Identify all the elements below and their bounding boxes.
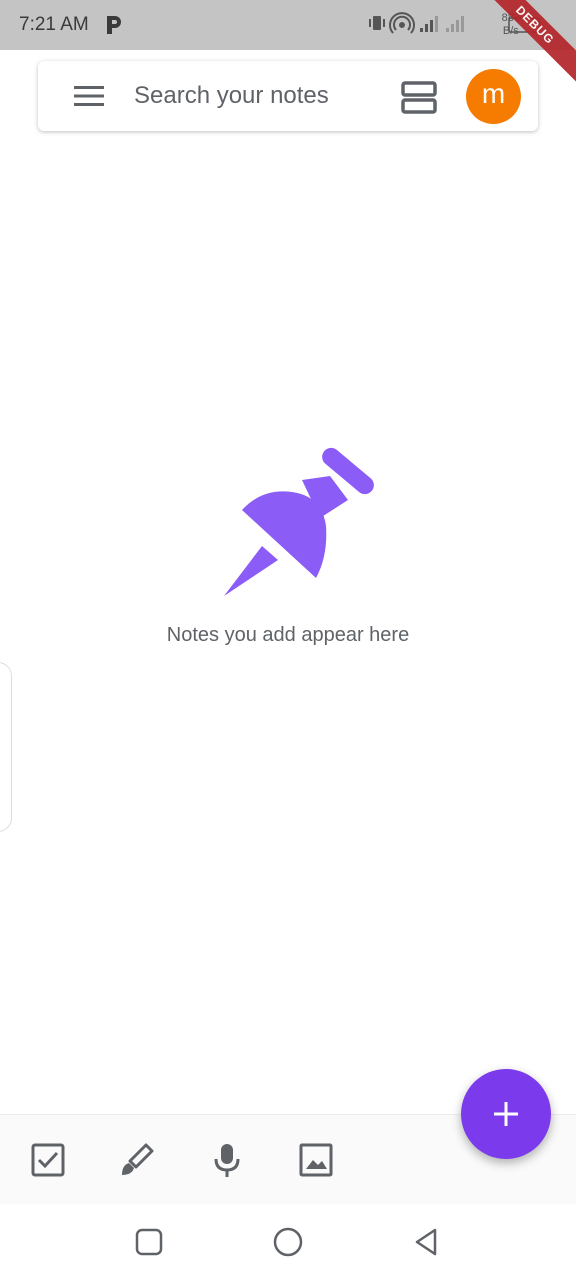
pin-icon bbox=[222, 444, 376, 598]
back-triangle-icon[interactable] bbox=[411, 1226, 443, 1258]
status-time: 7:21 AM bbox=[19, 14, 89, 35]
search-input[interactable]: Search your notes bbox=[134, 82, 329, 110]
brush-icon[interactable] bbox=[118, 1141, 156, 1179]
avatar[interactable]: m bbox=[466, 69, 521, 124]
vibrate-icon bbox=[369, 16, 385, 30]
empty-state-message: Notes you add appear here bbox=[166, 624, 410, 646]
list-view-icon[interactable] bbox=[401, 81, 437, 115]
signal-icon bbox=[420, 16, 438, 32]
mic-icon[interactable] bbox=[208, 1141, 246, 1179]
edge-panel-handle[interactable] bbox=[0, 662, 12, 832]
image-icon[interactable] bbox=[297, 1141, 335, 1179]
hotspot-icon bbox=[389, 12, 415, 34]
menu-icon[interactable] bbox=[74, 85, 104, 107]
home-circle-icon[interactable] bbox=[272, 1226, 304, 1258]
checkbox-icon[interactable] bbox=[29, 1141, 67, 1179]
signal-icon-2 bbox=[446, 16, 464, 32]
search-bar[interactable]: Search your notes m bbox=[38, 61, 538, 131]
plus-icon bbox=[491, 1099, 521, 1129]
parking-app-icon bbox=[103, 14, 123, 36]
system-nav-bar bbox=[0, 1204, 576, 1280]
speed-unit: B/s bbox=[502, 25, 519, 37]
recents-square-icon[interactable] bbox=[133, 1226, 165, 1258]
status-bar: 7:21 AM 883 B/s DEBUG bbox=[0, 0, 576, 86]
add-note-button[interactable] bbox=[461, 1069, 551, 1159]
